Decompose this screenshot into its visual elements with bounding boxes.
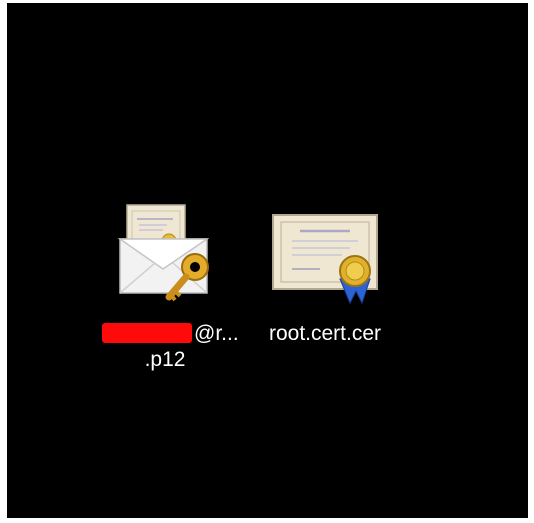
screenshot-frame: @r... .p12 root.cert.cer — [0, 0, 534, 523]
certificate-icon — [272, 214, 378, 305]
certificate-envelope-key-icon — [117, 204, 210, 302]
redaction-mark — [102, 323, 192, 343]
file-name-label: root.cert.cer — [268, 322, 382, 345]
file-extension-label: .p12 — [144, 348, 186, 371]
desktop-icon-p12-file[interactable]: @r... .p12 — [102, 203, 239, 393]
file-name-text: @r... — [194, 322, 239, 345]
file-name-label: @r... — [102, 321, 239, 347]
desktop-icon-cer-file[interactable]: root.cert.cer — [262, 203, 388, 393]
desktop-area[interactable]: @r... .p12 root.cert.cer — [7, 3, 528, 518]
